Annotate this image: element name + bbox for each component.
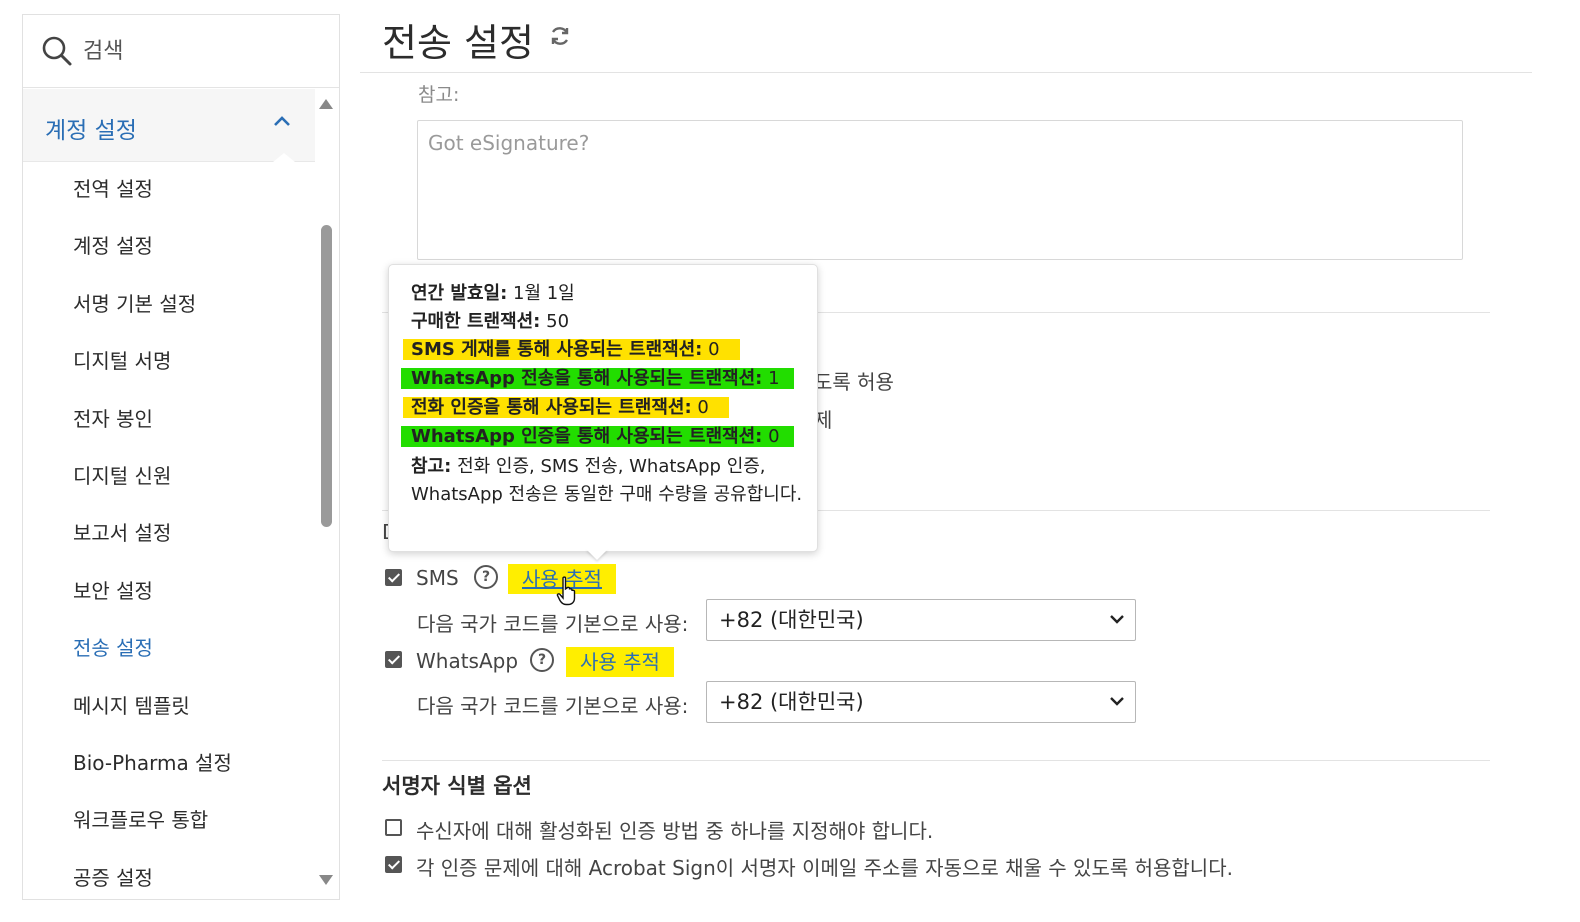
sms-checkbox[interactable]	[385, 569, 402, 586]
tooltip-phone-key: 전화 인증을 통해 사용되는 트랜잭션:	[411, 397, 692, 418]
sidebar-item-send-settings[interactable]: 전송 설정	[23, 620, 315, 677]
chevron-down-icon	[1110, 697, 1124, 706]
tooltip-arrow	[586, 549, 608, 560]
whatsapp-country-code-label: 다음 국가 코드를 기본으로 사용:	[417, 694, 689, 718]
section-title: 계정 설정	[45, 118, 137, 144]
signer-option-label-2: 각 인증 문제에 대해 Acrobat Sign이 서명자 이메일 주소를 자동…	[416, 856, 1233, 880]
tooltip-sms-usage: SMS 게재를 통해 사용되는 트랜잭션: 0	[403, 337, 740, 363]
chevron-down-icon	[1110, 615, 1124, 624]
sms-country-value: +82 (대한민국)	[719, 608, 864, 632]
sms-country-code-label: 다음 국가 코드를 기본으로 사용:	[417, 612, 689, 636]
sidebar-item-bio-pharma[interactable]: Bio-Pharma 설정	[23, 735, 315, 792]
sidebar-item-signature-preferences[interactable]: 서명 기본 설정	[23, 276, 315, 333]
page-title: 전송 설정	[382, 21, 534, 65]
tooltip-sms-value: 0	[708, 339, 720, 360]
refresh-icon[interactable]	[548, 24, 572, 48]
scroll-thumb[interactable]	[321, 225, 332, 527]
whatsapp-label: WhatsApp	[416, 649, 519, 673]
sidebar-item-account-settings[interactable]: 계정 설정	[23, 218, 315, 275]
signer-option-checkbox-1[interactable]	[385, 819, 402, 836]
partial-option-text: 도록 허용	[814, 370, 894, 394]
tooltip-purchased-key: 구매한 트랜잭션:	[411, 311, 541, 332]
section-header-account-settings[interactable]: 계정 설정	[23, 89, 315, 162]
tooltip-whatsapp-auth-usage: WhatsApp 인증을 통해 사용되는 트랜잭션: 0	[401, 424, 794, 450]
tooltip-whatsapp-delivery-usage: WhatsApp 전송을 통해 사용되는 트랜잭션: 1	[401, 366, 794, 392]
tooltip-note-key: 참고:	[411, 456, 452, 477]
whatsapp-country-value: +82 (대한민국)	[719, 690, 864, 714]
sidebar-item-electronic-seals[interactable]: 전자 봉인	[23, 391, 315, 448]
signer-option-checkbox-2[interactable]	[385, 856, 402, 873]
chevron-up-icon[interactable]	[273, 115, 291, 127]
sidebar-item-digital-signatures[interactable]: 디지털 서명	[23, 333, 315, 390]
sidebar-scrollbar[interactable]	[319, 95, 335, 895]
whatsapp-country-select[interactable]: +82 (대한민국)	[706, 681, 1136, 723]
tooltip-sms-key: SMS 게재를 통해 사용되는 트랜잭션:	[411, 339, 703, 360]
sms-label: SMS	[416, 566, 459, 590]
usage-tooltip: 연간 발효일: 1월 1일 구매한 트랜잭션: 50 SMS 게재를 통해 사용…	[388, 264, 818, 552]
sidebar-item-global-settings[interactable]: 전역 설정	[23, 161, 315, 218]
sidebar: 계정 설정 전역 설정 계정 설정 서명 기본 설정 디지털 서명 전자 봉인 …	[22, 14, 340, 900]
sidebar-item-notary-settings[interactable]: 공증 설정	[23, 850, 315, 907]
sidebar-item-security-settings[interactable]: 보안 설정	[23, 563, 315, 620]
tooltip-phone-value: 0	[697, 397, 709, 418]
sidebar-item-message-templates[interactable]: 메시지 템플릿	[23, 678, 315, 735]
whatsapp-checkbox[interactable]	[385, 651, 402, 668]
title-divider	[360, 72, 1532, 73]
search-input[interactable]	[81, 37, 305, 65]
tooltip-annual-key: 연간 발효일:	[411, 283, 508, 304]
tooltip-annual-value: 1월 1일	[513, 283, 575, 304]
tooltip-phone-auth-usage: 전화 인증을 통해 사용되는 트랜잭션: 0	[403, 395, 729, 421]
sidebar-item-digital-identity[interactable]: 디지털 신원	[23, 448, 315, 505]
tooltip-annual-date: 연간 발효일: 1월 1일	[411, 281, 575, 307]
tooltip-wa-delivery-value: 1	[768, 368, 780, 389]
sidebar-item-report-settings[interactable]: 보고서 설정	[23, 505, 315, 562]
tooltip-wa-auth-key: WhatsApp 인증을 통해 사용되는 트랜잭션:	[411, 426, 763, 447]
sms-help-icon[interactable]: ?	[474, 565, 498, 589]
sms-country-select[interactable]: +82 (대한민국)	[706, 599, 1136, 641]
tooltip-note-text: 전화 인증, SMS 전송, WhatsApp 인증, WhatsApp 전송은…	[411, 456, 803, 505]
scroll-down-arrow-icon[interactable]	[319, 875, 333, 885]
sidebar-menu: 전역 설정 계정 설정 서명 기본 설정 디지털 서명 전자 봉인 디지털 신원…	[23, 161, 315, 907]
signer-identification-heading: 서명자 식별 옵션	[382, 774, 532, 798]
section-divider	[382, 760, 1490, 761]
hand-cursor-icon	[556, 576, 576, 606]
tooltip-wa-delivery-key: WhatsApp 전송을 통해 사용되는 트랜잭션:	[411, 368, 763, 389]
signer-option-label-1: 수신자에 대해 활성화된 인증 방법 중 하나를 지정해야 합니다.	[416, 819, 934, 843]
sidebar-item-workflow-integration[interactable]: 워크플로우 통합	[23, 792, 315, 849]
scroll-up-arrow-icon[interactable]	[319, 99, 333, 109]
tooltip-purchased: 구매한 트랜잭션: 50	[411, 309, 569, 335]
tooltip-wa-auth-value: 0	[768, 426, 780, 447]
whatsapp-usage-tracking-link[interactable]: 사용 추적	[566, 647, 674, 677]
note-textarea[interactable]	[417, 120, 1463, 260]
search-icon	[42, 36, 72, 66]
tooltip-purchased-value: 50	[546, 311, 570, 332]
tooltip-note: 참고: 전화 인증, SMS 전송, WhatsApp 인증, WhatsApp…	[411, 453, 806, 509]
note-label: 참고:	[418, 84, 460, 106]
search-box	[23, 15, 339, 88]
whatsapp-help-icon[interactable]: ?	[530, 648, 554, 672]
